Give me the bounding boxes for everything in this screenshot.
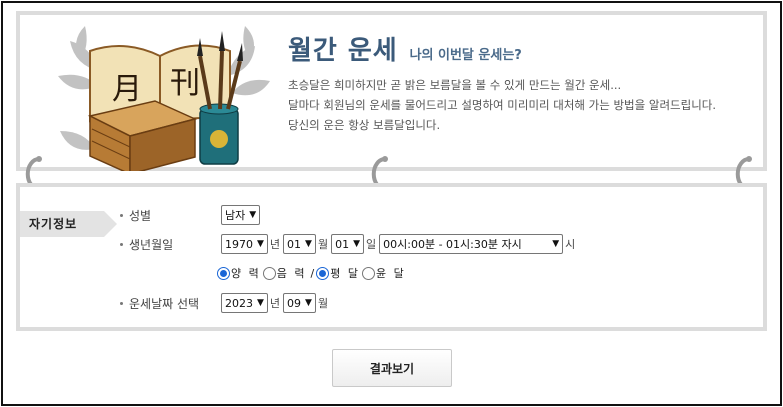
desc-line-2: 달마다 회원님의 운세를 물어드리고 설명하여 미리미리 대처해 가는 방법을 …: [288, 98, 717, 112]
normal-month-radio[interactable]: [316, 266, 330, 280]
chevron-down-icon: ▼: [353, 239, 361, 249]
year-unit: 년: [269, 297, 281, 310]
calendar-type-row: 양 력 음 력 / 평 달 윤 달: [217, 262, 408, 284]
desc-line-1: 초승달은 희미하지만 곧 밝은 보름달을 볼 수 있게 만드는 월간 운세...: [288, 78, 622, 92]
chevron-down-icon: ▼: [552, 239, 560, 249]
target-year-value: 2023: [225, 296, 253, 310]
bullet-icon: [120, 242, 123, 246]
page-subtitle: 나의 이번달 운세는?: [409, 48, 522, 63]
chevron-down-icon: ▼: [257, 239, 264, 249]
solar-label: 양 력: [231, 267, 261, 280]
banner-inner: 月 刊 월간 운세 나의 이번달 운세는? 초승달은 희미하지만 곧 밝은 보름…: [20, 15, 766, 171]
bullet-icon: [120, 301, 123, 305]
book-char-1: 月: [112, 72, 142, 107]
banner-title-row: 월간 운세 나의 이번달 운세는?: [288, 30, 522, 67]
gender-select-value: 남자: [225, 209, 246, 222]
target-month-value: 09: [287, 296, 302, 310]
target-date-row: 운세날짜 선택 2023 ▼ 년 09 ▼ 월: [120, 292, 331, 314]
chevron-down-icon: ▼: [305, 298, 312, 308]
birth-month-value: 01: [287, 237, 302, 251]
book-char-2: 刊: [170, 66, 200, 101]
birthdate-label: 생년월일: [129, 237, 174, 252]
section-tag: 자기정보: [20, 211, 117, 237]
separator: /: [310, 266, 315, 280]
form-panel: 자기정보 성별 남자 ▼ 생년월일 1970 ▼ 년 01 ▼ 월 01 ▼ 일 00시…: [16, 183, 767, 331]
month-unit: 월: [317, 297, 329, 310]
birth-time-value: 00시:00분 - 01시:30분 자시: [383, 238, 522, 251]
leap-month-radio[interactable]: [361, 266, 375, 280]
normal-month-label: 평 달: [330, 267, 360, 280]
gender-label: 성별: [129, 208, 152, 223]
chevron-down-icon: ▼: [257, 298, 264, 308]
birth-year-value: 1970: [225, 237, 253, 251]
day-unit: 일: [366, 238, 377, 251]
target-date-label: 운세날짜 선택: [129, 296, 200, 311]
chevron-down-icon: ▼: [249, 210, 257, 220]
page-title: 월간 운세: [288, 36, 398, 66]
birth-month-select[interactable]: 01 ▼: [283, 234, 316, 254]
time-unit: 시: [565, 238, 576, 251]
page-frame: 月 刊 월간 운세 나의 이번달 운세는? 초승달은 희미하지만 곧 밝은 보름…: [1, 1, 782, 406]
target-year-select[interactable]: 2023 ▼: [221, 293, 268, 313]
leap-month-label: 윤 달: [375, 267, 406, 280]
desc-line-3: 당신의 운은 항상 보름달입니다.: [288, 118, 441, 132]
year-unit: 년: [269, 238, 281, 251]
lunar-radio[interactable]: [262, 266, 276, 280]
birth-day-select[interactable]: 01 ▼: [331, 234, 365, 254]
view-result-button[interactable]: 결과보기: [332, 349, 452, 387]
form-panel-inner: 자기정보 성별 남자 ▼ 생년월일 1970 ▼ 년 01 ▼ 월 01 ▼ 일 00시…: [20, 187, 763, 327]
lunar-label: 음 력: [276, 267, 307, 280]
chevron-down-icon: ▼: [305, 239, 312, 249]
bullet-icon: [120, 213, 123, 217]
month-unit: 월: [317, 238, 329, 251]
birth-year-select[interactable]: 1970 ▼: [221, 234, 268, 254]
solar-radio[interactable]: [217, 266, 230, 280]
birthdate-row: 생년월일 1970 ▼ 년 01 ▼ 월 01 ▼ 일 00시:00분 - 01시:3…: [120, 233, 578, 255]
gender-select[interactable]: 남자 ▼: [221, 205, 261, 225]
banner-description: 초승달은 희미하지만 곧 밝은 보름달을 볼 수 있게 만드는 월간 운세...…: [288, 75, 766, 135]
birth-day-value: 01: [335, 237, 350, 251]
banner-panel: 月 刊 월간 운세 나의 이번달 운세는? 초승달은 희미하지만 곧 밝은 보름…: [16, 11, 767, 171]
target-month-select[interactable]: 09 ▼: [283, 293, 316, 313]
birth-time-select[interactable]: 00시:00분 - 01시:30분 자시 ▼: [379, 234, 564, 254]
gender-row: 성별 남자 ▼: [120, 204, 262, 226]
fortune-book-illustration: 月 刊: [58, 26, 270, 171]
